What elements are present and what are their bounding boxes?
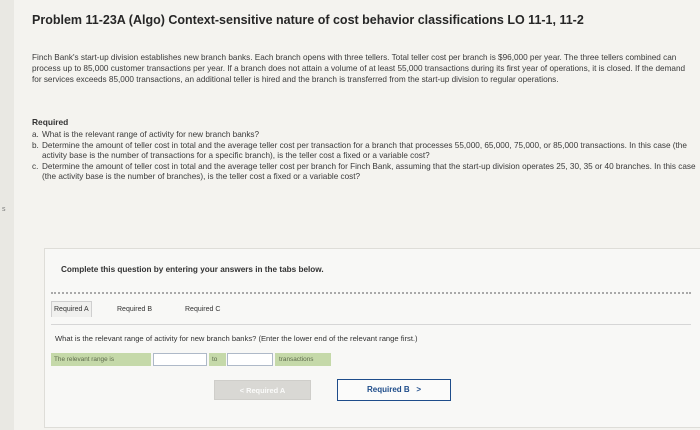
requirement-a: a. What is the relevant range of activit… xyxy=(32,130,696,141)
range-high-input[interactable] xyxy=(227,353,273,366)
problem-intro: Finch Bank's start-up division establish… xyxy=(32,53,686,84)
tab-required-b[interactable]: Required B xyxy=(117,306,152,313)
next-required-b-button[interactable]: Required B > xyxy=(337,379,451,401)
transactions-unit-label: transactions xyxy=(275,353,331,366)
complete-instruction: Complete this question by entering your … xyxy=(61,265,324,274)
tab-required-a[interactable]: Required A xyxy=(51,301,92,317)
requirement-tag: c. xyxy=(32,161,39,171)
requirement-tag: a. xyxy=(32,130,39,139)
requirement-text: Determine the amount of teller cost in t… xyxy=(42,161,696,182)
answer-panel: Complete this question by entering your … xyxy=(44,248,700,428)
required-heading: Required xyxy=(32,117,69,127)
prev-button-label: Required A xyxy=(246,386,286,395)
problem-page: Problem 11-23A (Algo) Context-sensitive … xyxy=(14,0,700,430)
relevant-range-label: The relevant range is xyxy=(51,353,151,366)
problem-title: Problem 11-23A (Algo) Context-sensitive … xyxy=(32,13,584,27)
edge-mark-text: s xyxy=(2,206,6,213)
chevron-right-icon: > xyxy=(416,385,421,394)
required-tabs: Required A Required B Required C xyxy=(51,292,691,324)
prev-required-a-button[interactable]: < Required A xyxy=(214,380,311,400)
to-label: to xyxy=(209,353,226,366)
requirement-b: b. Determine the amount of teller cost i… xyxy=(32,141,696,162)
requirements-list: a. What is the relevant range of activit… xyxy=(32,130,696,183)
next-button-label: Required B xyxy=(366,385,410,394)
requirement-text: What is the relevant range of activity f… xyxy=(42,130,260,139)
requirement-tag: b. xyxy=(32,140,39,150)
tab-divider xyxy=(51,324,691,325)
requirement-c: c. Determine the amount of teller cost i… xyxy=(32,162,696,183)
range-low-input[interactable] xyxy=(153,353,207,366)
chevron-left-icon: < xyxy=(239,386,245,395)
requirement-text: Determine the amount of teller cost in t… xyxy=(42,140,687,161)
tab-required-c[interactable]: Required C xyxy=(185,306,220,313)
question-text: What is the relevant range of activity f… xyxy=(55,334,418,343)
